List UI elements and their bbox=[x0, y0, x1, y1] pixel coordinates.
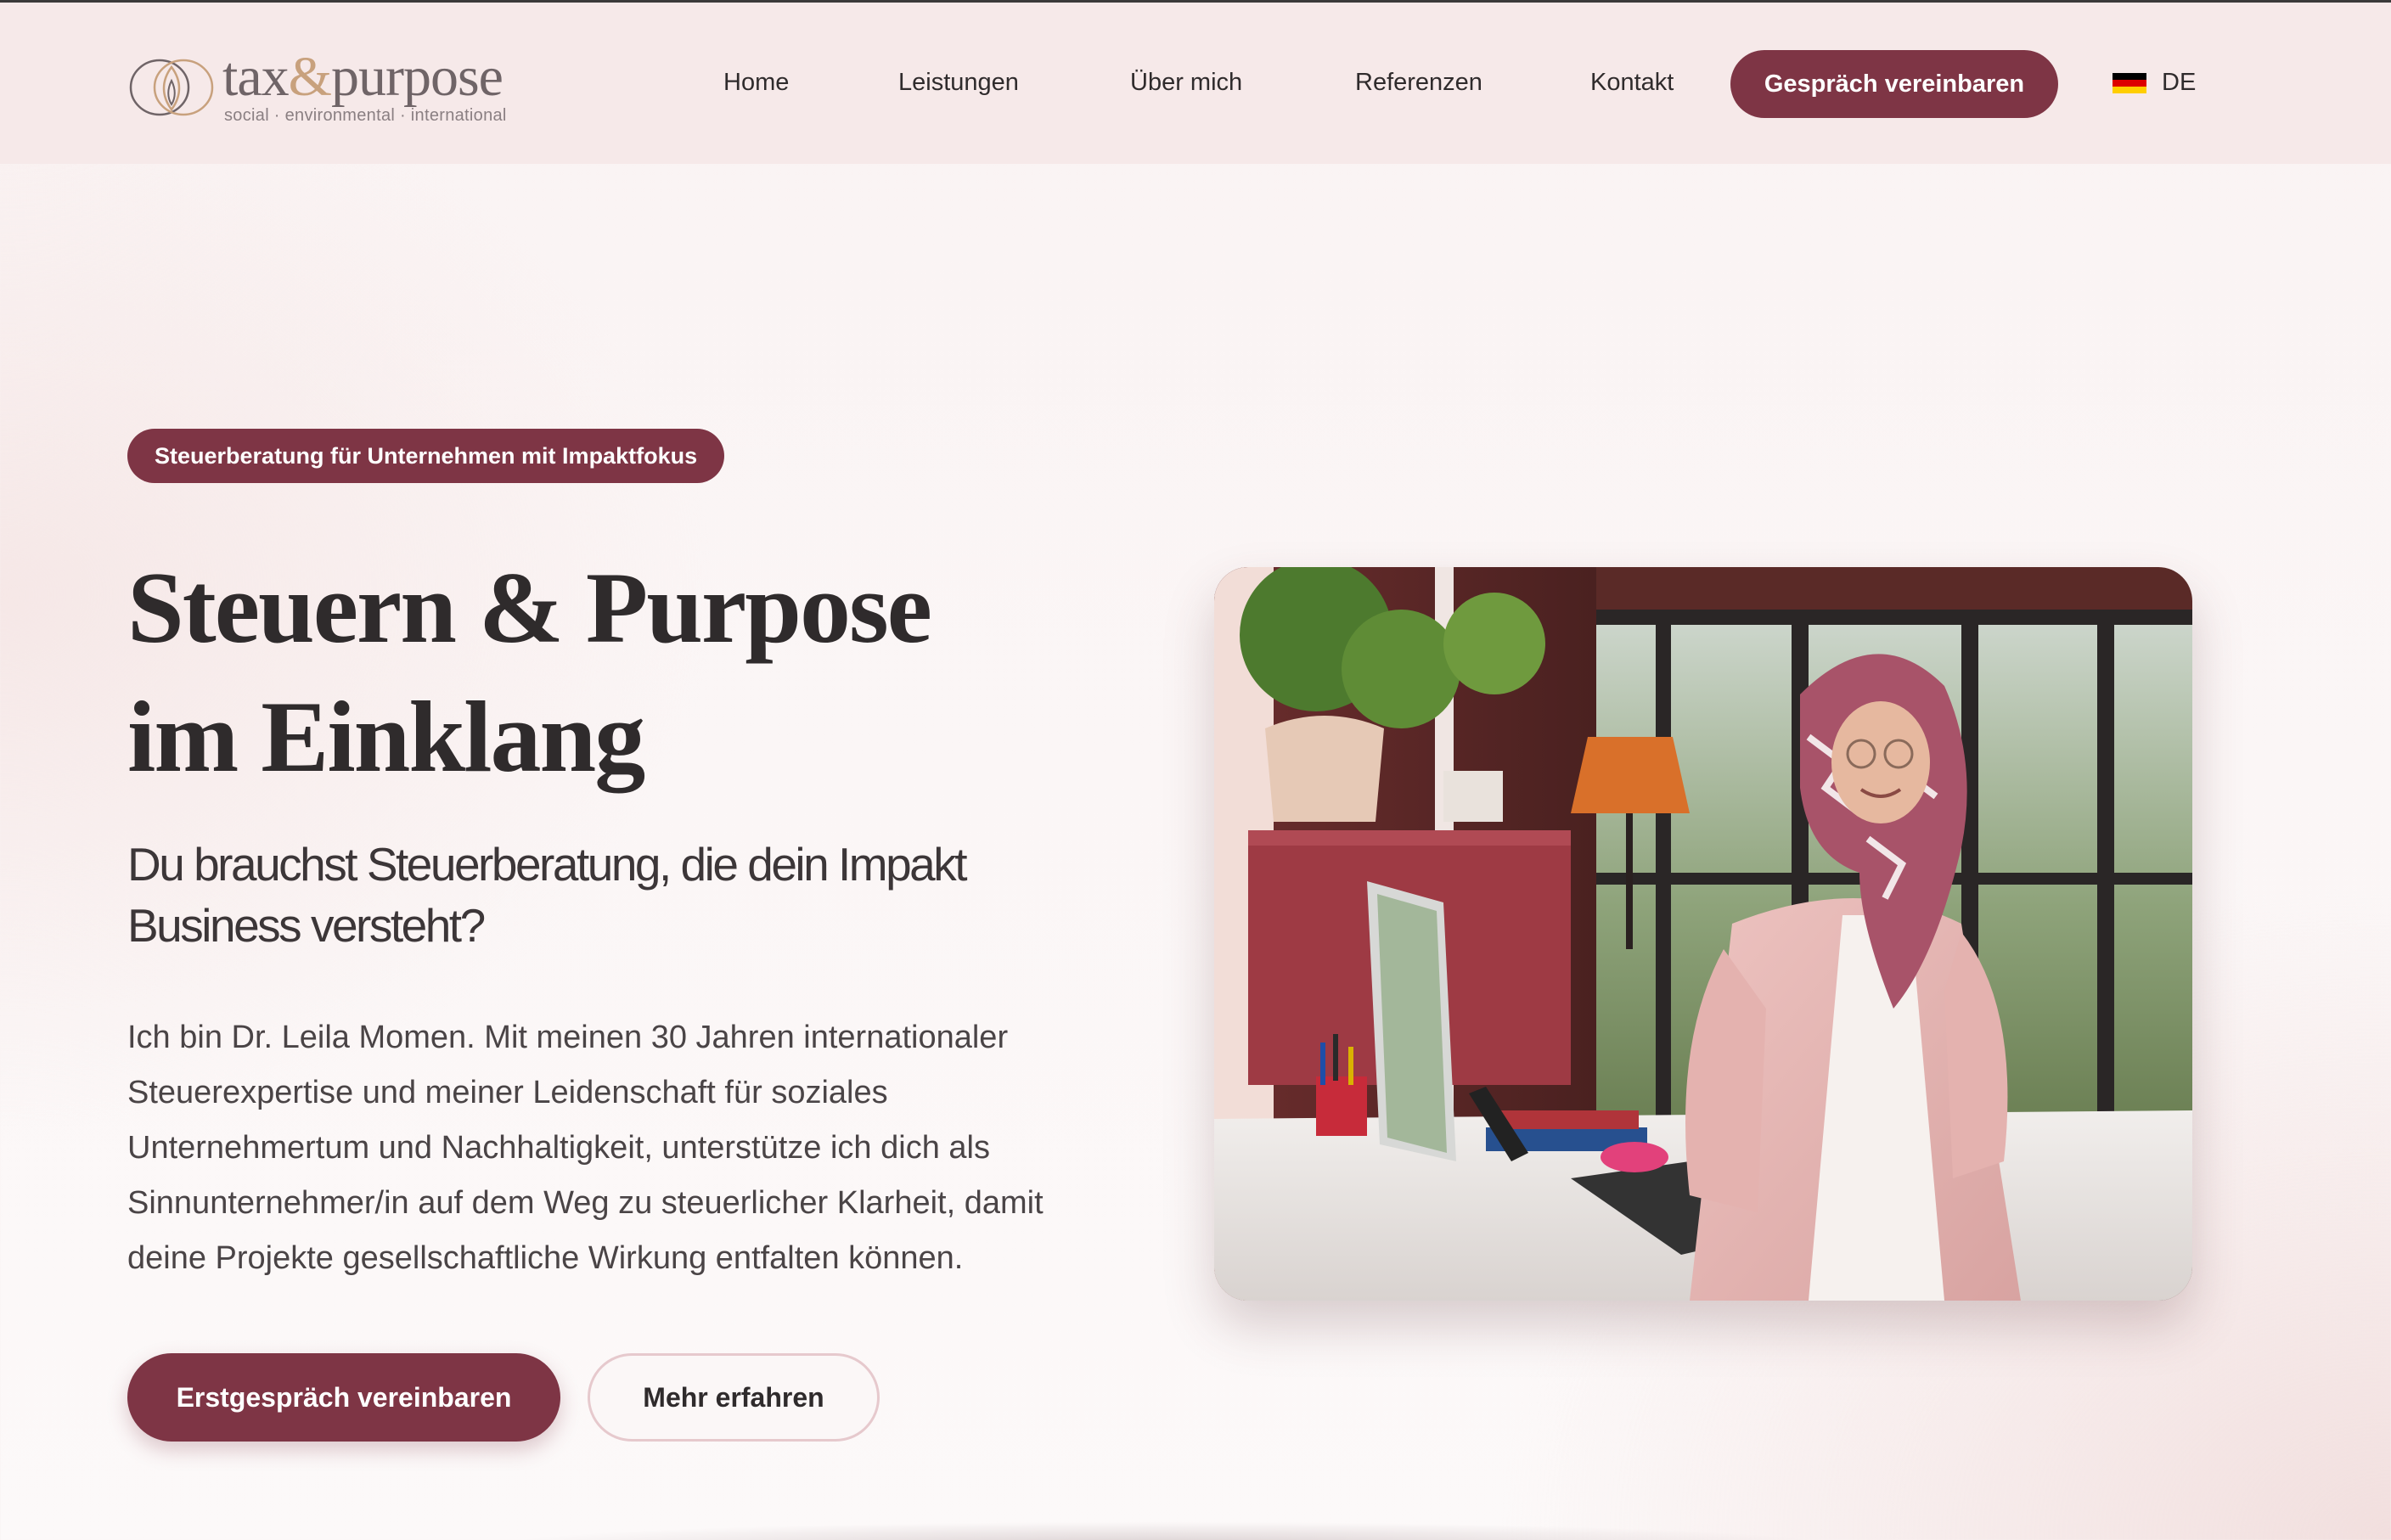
language-label: DE bbox=[2162, 69, 2197, 96]
office-portrait-illustration bbox=[1214, 567, 2192, 1301]
leaf-logo-icon bbox=[129, 59, 214, 116]
hero-portrait-photo bbox=[1214, 567, 2192, 1301]
nav-item-ueber-mich[interactable]: Über mich bbox=[1130, 69, 1242, 97]
book-call-button[interactable]: Gespräch vereinbaren bbox=[1730, 50, 2058, 118]
hero-subtitle: Du brauchst Steuerberatung, die dein Imp… bbox=[127, 838, 968, 952]
hero-title-line-2: im Einklang bbox=[127, 680, 645, 793]
hero-title: Steuern & Purpose im Einklang bbox=[127, 543, 1146, 801]
nav-item-leistungen[interactable]: Leistungen bbox=[898, 69, 1019, 97]
logo[interactable]: tax&purpose social · environmental · int… bbox=[127, 46, 506, 132]
logo-tagline: social · environmental · international bbox=[224, 106, 507, 125]
learn-more-button[interactable]: Mehr erfahren bbox=[588, 1353, 880, 1442]
hero-description: Ich bin Dr. Leila Momen. Mit meinen 30 J… bbox=[127, 1020, 1044, 1276]
nav-item-home[interactable]: Home bbox=[723, 69, 789, 97]
german-flag-icon bbox=[2113, 72, 2146, 93]
hero-badge: Steuerberatung für Unternehmen mit Impak… bbox=[127, 429, 725, 483]
nav-item-referenzen[interactable]: Referenzen bbox=[1355, 69, 1482, 97]
logo-wordmark: tax&purpose bbox=[222, 46, 504, 108]
language-switcher[interactable]: DE bbox=[2113, 69, 2196, 97]
next-section-shadow bbox=[442, 1520, 1885, 1540]
site-header: tax&purpose social · environmental · int… bbox=[0, 3, 2391, 164]
hero-title-line-1: Steuern & Purpose bbox=[127, 551, 932, 664]
nav-item-kontakt[interactable]: Kontakt bbox=[1590, 69, 1674, 97]
first-consultation-button[interactable]: Erstgespräch vereinbaren bbox=[127, 1353, 560, 1442]
